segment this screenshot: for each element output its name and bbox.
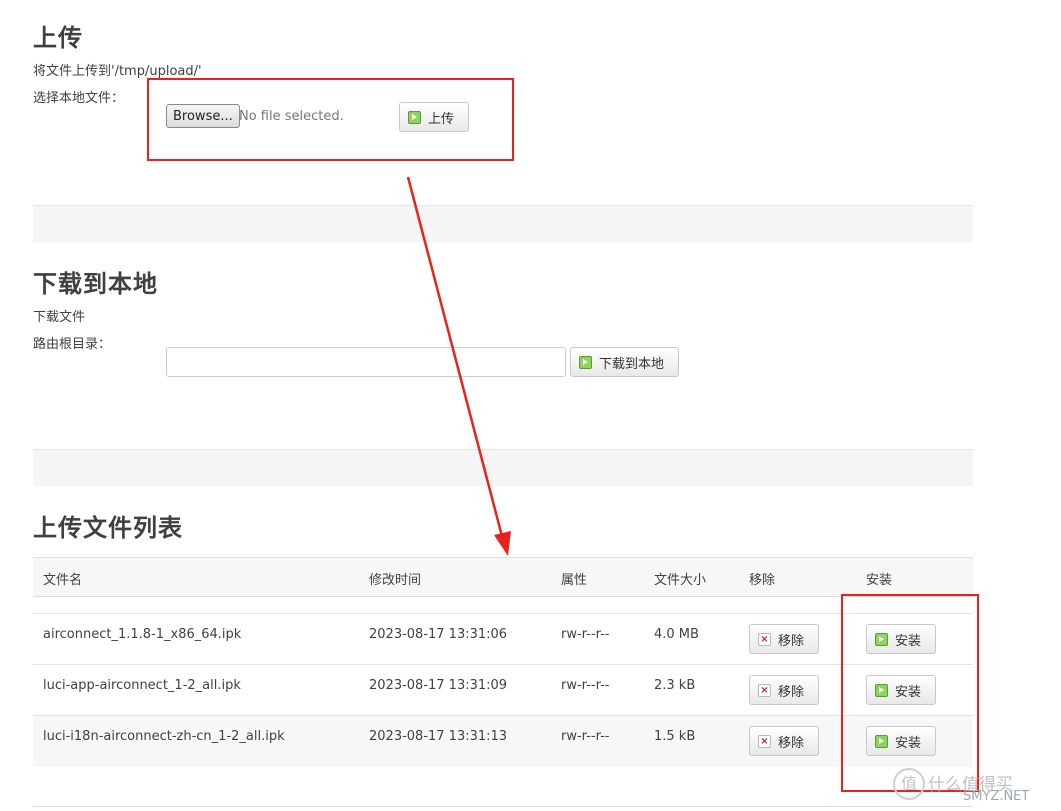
annotation-arrow — [406, 176, 511, 556]
watermark-logo: 值 — [893, 768, 925, 800]
watermark-site: SMYZ.NET — [963, 789, 1030, 804]
